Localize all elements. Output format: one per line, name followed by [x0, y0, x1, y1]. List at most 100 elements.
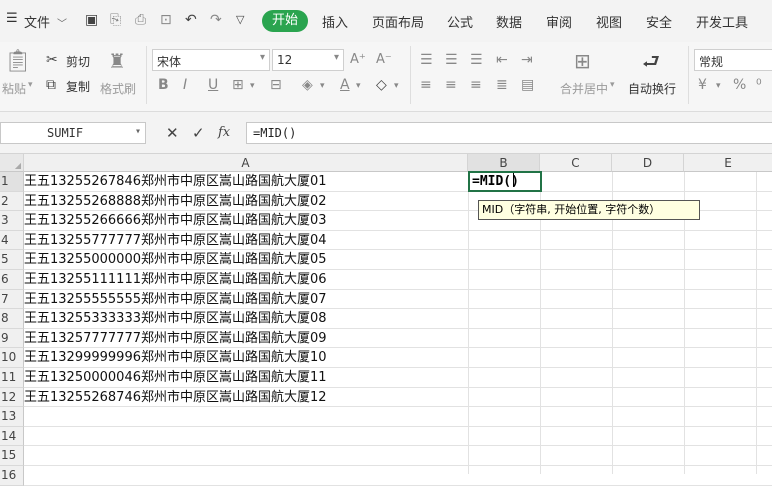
tab-developer[interactable]: 开发工具	[696, 12, 748, 31]
fill-color-icon[interactable]: ◈	[302, 77, 313, 93]
fill-color-chevron-down-icon[interactable]: ▾	[320, 78, 325, 94]
currency-chevron-down-icon[interactable]: ▾	[716, 78, 721, 94]
font-size-select[interactable]: 12 ▾	[272, 49, 344, 71]
italic-icon[interactable]: I	[183, 77, 187, 93]
copy-button[interactable]: 复制	[66, 78, 90, 95]
tab-home[interactable]: 开始	[262, 10, 308, 32]
cell-a8[interactable]: 王五13255333333郑州市中原区嵩山路国航大厦08	[24, 309, 327, 328]
cell-a7[interactable]: 王五13255555555郑州市中原区嵩山路国航大厦07	[24, 290, 327, 309]
select-all-corner[interactable]: ◢	[0, 154, 24, 172]
font-color-chevron-down-icon[interactable]: ▾	[356, 78, 361, 94]
file-menu[interactable]: 文件	[24, 12, 50, 31]
decrease-indent-icon[interactable]: ⇤	[496, 52, 508, 68]
increase-indent-icon[interactable]: ⇥	[521, 52, 533, 68]
borders-icon[interactable]: ⊞	[232, 77, 244, 93]
row-header-3[interactable]: 3	[0, 211, 24, 231]
row-header-12[interactable]: 12	[0, 387, 24, 408]
currency-icon[interactable]: ¥	[698, 77, 707, 93]
row-header-15[interactable]: 15	[0, 446, 24, 466]
cell-a3[interactable]: 王五13255266666郑州市中原区嵩山路国航大厦03	[24, 211, 327, 230]
wrap-text-button[interactable]: 自动换行	[628, 80, 676, 97]
tab-insert[interactable]: 插入	[322, 12, 348, 31]
row-header-9[interactable]: 9	[0, 328, 24, 349]
undo-icon[interactable]: ↶	[185, 12, 197, 28]
row-header-4[interactable]: 4	[0, 230, 24, 251]
paste-chevron-down-icon[interactable]: ▾	[28, 80, 33, 90]
format-painter-icon[interactable]: ♜	[108, 50, 126, 72]
redo-icon[interactable]: ↷	[210, 12, 222, 28]
cut-icon[interactable]: ✂	[46, 52, 58, 68]
name-box[interactable]: SUMIF ▾	[0, 122, 146, 144]
increase-font-size-icon[interactable]: A⁺	[350, 52, 366, 68]
row-header-7[interactable]: 7	[0, 289, 24, 310]
cell-a6[interactable]: 王五13255111111郑州市中原区嵩山路国航大厦06	[24, 270, 327, 289]
tab-page-layout[interactable]: 页面布局	[372, 12, 424, 31]
confirm-icon[interactable]: ✓	[192, 125, 205, 141]
row-header-2[interactable]: 2	[0, 191, 24, 212]
formula-input[interactable]: =MID()	[246, 122, 772, 144]
paste-button[interactable]: 粘贴	[2, 80, 26, 97]
decrease-font-size-icon[interactable]: A⁻	[376, 52, 392, 68]
align-middle-icon[interactable]: ☰	[445, 52, 458, 68]
merge-center-button[interactable]: 合并居中	[560, 80, 608, 97]
export-icon[interactable]: ⎘	[110, 12, 121, 28]
row-header-14[interactable]: 14	[0, 426, 24, 447]
cell-a9[interactable]: 王五13257777777郑州市中原区嵩山路国航大厦09	[24, 329, 327, 348]
merge-center-icon[interactable]: ⊞	[574, 50, 591, 72]
row-header-8[interactable]: 8	[0, 309, 24, 329]
align-top-icon[interactable]: ☰	[420, 52, 433, 68]
tab-data[interactable]: 数据	[496, 12, 522, 31]
cancel-icon[interactable]: ✕	[166, 125, 179, 141]
align-bottom-icon[interactable]: ☰	[470, 52, 483, 68]
column-header-d[interactable]: D	[612, 154, 684, 172]
file-chevron-down-icon[interactable]: ﹀	[57, 15, 67, 30]
row-header-6[interactable]: 6	[0, 270, 24, 290]
print-icon[interactable]: ⎙	[135, 12, 146, 28]
insert-function-icon[interactable]: fx	[218, 125, 230, 141]
row-header-11[interactable]: 11	[0, 368, 24, 388]
borders-chevron-down-icon[interactable]: ▾	[250, 78, 255, 94]
tab-formulas[interactable]: 公式	[447, 12, 473, 31]
save-icon[interactable]: ▣	[85, 12, 98, 28]
column-header-e[interactable]: E	[684, 154, 772, 172]
font-color-icon[interactable]: A	[340, 77, 350, 93]
justify-icon[interactable]: ≣	[496, 77, 508, 93]
column-header-a[interactable]: A	[24, 154, 468, 172]
print-preview-icon[interactable]: ⊡	[160, 12, 172, 28]
clear-format-chevron-down-icon[interactable]: ▾	[394, 78, 399, 94]
row-header-13[interactable]: 13	[0, 407, 24, 427]
active-cell-b1[interactable]: =MID()	[468, 171, 542, 192]
cell-a1[interactable]: 王五13255267846郑州市中原区嵩山路国航大厦01	[24, 172, 327, 191]
underline-icon[interactable]: U	[208, 77, 218, 93]
cell-a5[interactable]: 王五13255000000郑州市中原区嵩山路国航大厦05	[24, 250, 327, 269]
cell-a11[interactable]: 王五13250000046郑州市中原区嵩山路国航大厦11	[24, 368, 327, 387]
tab-view[interactable]: 视图	[596, 12, 622, 31]
cell-a10[interactable]: 王五13299999996郑州市中原区嵩山路国航大厦10	[24, 348, 327, 367]
align-left-icon[interactable]: ≡	[420, 77, 432, 93]
format-painter-button[interactable]: 格式刷	[100, 80, 136, 97]
merge-center-chevron-down-icon[interactable]: ▾	[610, 80, 615, 90]
align-right-icon[interactable]: ≡	[470, 77, 482, 93]
clear-format-icon[interactable]: ◇	[376, 77, 387, 93]
cell-a12[interactable]: 王五13255268746郑州市中原区嵩山路国航大厦12	[24, 388, 327, 407]
column-header-b[interactable]: B	[468, 154, 540, 172]
number-format-select[interactable]: 常规	[694, 49, 772, 71]
row-header-10[interactable]: 10	[0, 348, 24, 368]
wrap-text-icon[interactable]: ⮐	[642, 50, 660, 72]
row-header-16[interactable]: 16	[0, 466, 24, 486]
hamburger-menu-icon[interactable]: ☰	[6, 11, 18, 26]
merge-icon[interactable]: ⊟	[270, 77, 282, 93]
column-header-c[interactable]: C	[540, 154, 612, 172]
tab-security[interactable]: 安全	[646, 12, 672, 31]
row-header-1[interactable]: 1	[0, 172, 24, 192]
thousands-separator-icon[interactable]: ⁰	[756, 77, 762, 93]
font-name-select[interactable]: 宋体 ▾	[152, 49, 270, 71]
cell-a4[interactable]: 王五13255777777郑州市中原区嵩山路国航大厦04	[24, 231, 327, 250]
row-header-5[interactable]: 5	[0, 250, 24, 270]
percent-icon[interactable]: %	[733, 77, 746, 93]
paste-icon[interactable]: 📋︎	[4, 50, 32, 74]
cell-a2[interactable]: 王五13255268888郑州市中原区嵩山路国航大厦02	[24, 192, 327, 211]
align-center-icon[interactable]: ≡	[445, 77, 457, 93]
quick-access-dropdown-icon[interactable]: ▽	[236, 12, 244, 28]
cut-button[interactable]: 剪切	[66, 53, 90, 70]
